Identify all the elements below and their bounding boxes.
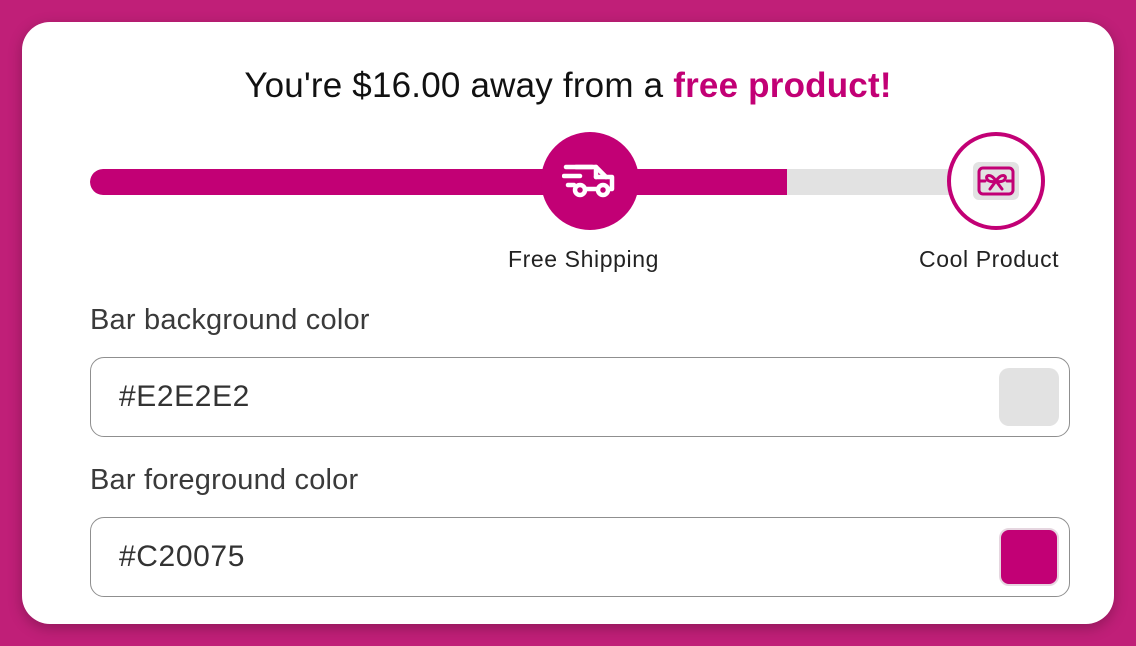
progress-fill [90,169,788,195]
milestone-label-free-shipping: Free Shipping [508,246,659,272]
headline-text: You're $16.00 away from a [244,66,674,105]
bar-background-color-field[interactable]: #E2E2E2 [90,357,1070,437]
bar-background-color-swatch[interactable] [999,368,1059,426]
progress-bar-settings-card: You're $16.00 away from a free product! [22,22,1114,624]
bar-foreground-color-swatch[interactable] [999,528,1059,586]
milestone-cool-product [947,132,1045,230]
delivery-truck-icon [561,159,618,204]
bar-background-color-label: Bar background color [90,304,370,336]
headline-highlight: free product! [673,66,892,105]
bar-foreground-color-field[interactable]: #C20075 [90,517,1070,597]
bar-foreground-color-label: Bar foreground color [90,464,359,496]
gift-icon [973,162,1019,200]
bar-background-color-value[interactable]: #E2E2E2 [119,380,250,414]
progress-headline: You're $16.00 away from a free product! [22,66,1114,106]
milestone-free-shipping [541,132,639,230]
bar-foreground-color-value[interactable]: #C20075 [119,540,245,574]
milestone-label-cool-product: Cool Product [919,246,1060,272]
